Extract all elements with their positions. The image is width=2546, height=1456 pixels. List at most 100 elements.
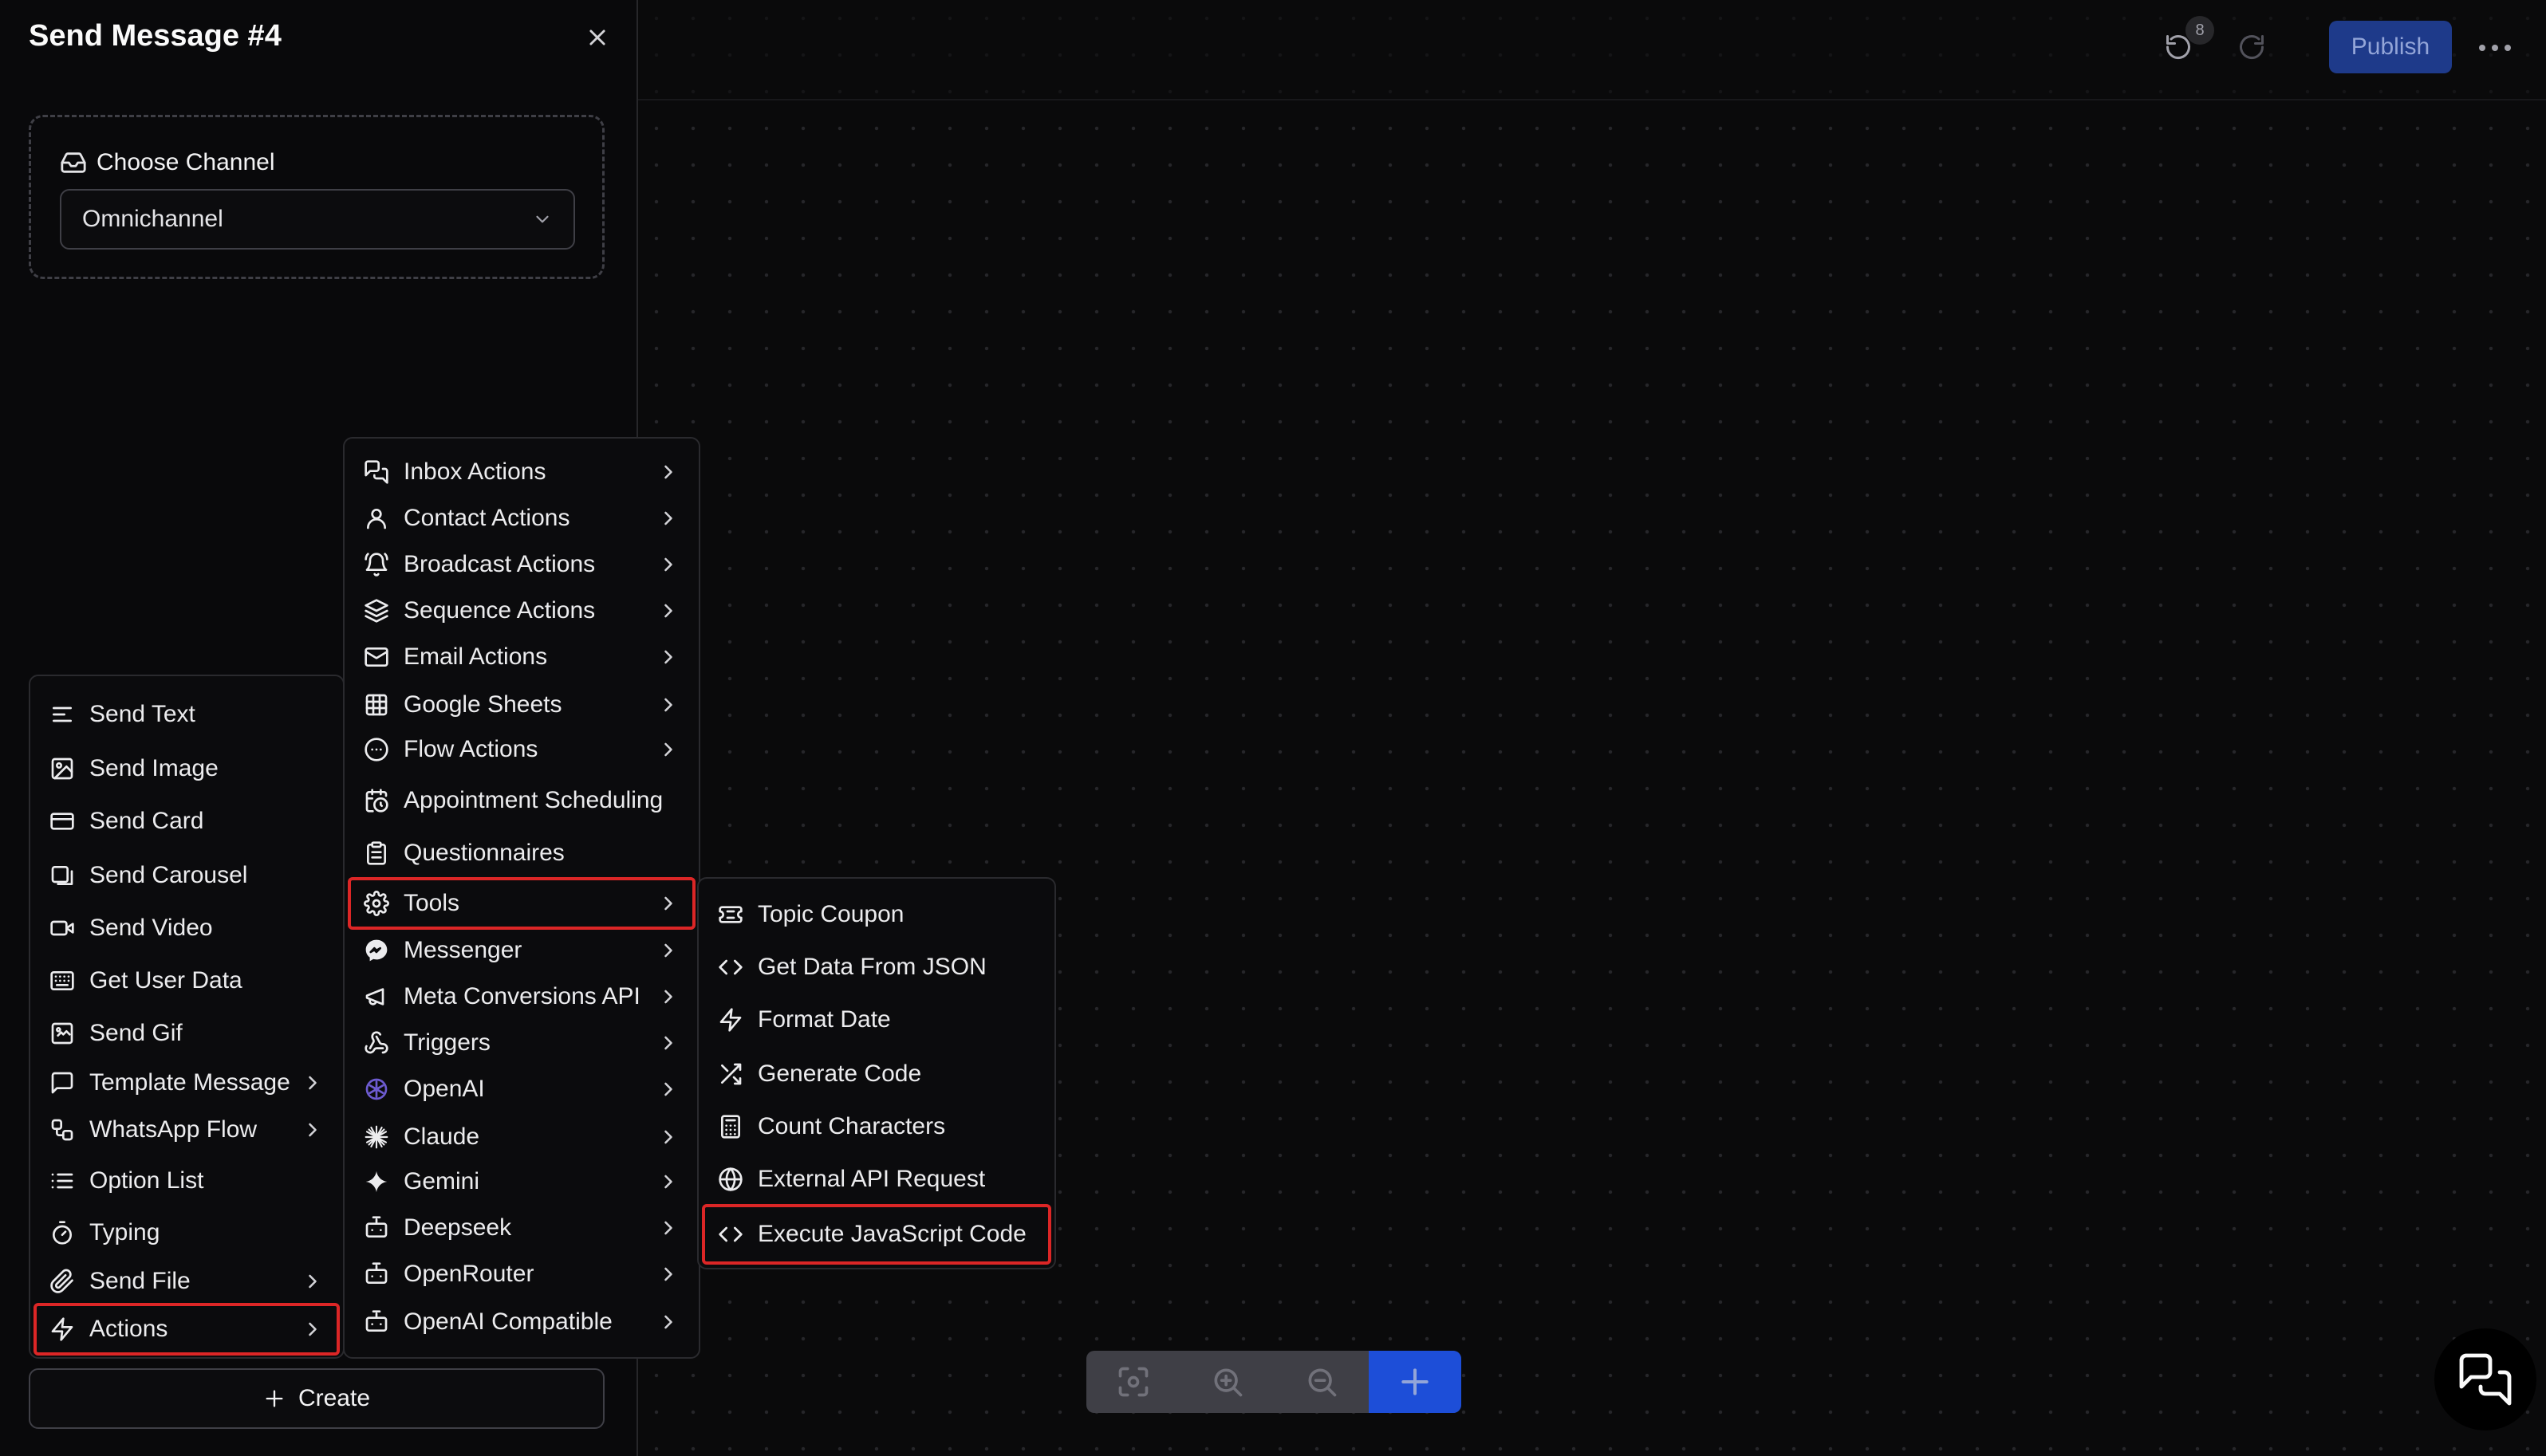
actions-menu-item-label: Appointment Scheduling xyxy=(404,787,664,813)
actions-menu-item-label: Flow Actions xyxy=(404,736,538,762)
node-menu-item-option-list[interactable]: Option List xyxy=(35,1158,338,1204)
channel-label: Choose Channel xyxy=(97,149,275,175)
chevron-down-icon xyxy=(532,209,553,230)
actions-menu-item-contact-actions[interactable]: Contact Actions xyxy=(349,496,694,541)
actions-menu-item-messenger[interactable]: Messenger xyxy=(349,928,694,973)
node-menu-item-label: Typing xyxy=(89,1219,160,1245)
node-menu-item-send-image[interactable]: Send Image xyxy=(35,745,338,793)
tools-menu-item-get-data-from-json[interactable]: Get Data From JSON xyxy=(704,942,1050,992)
tools-menu-item-label: Format Date xyxy=(758,1006,891,1033)
tools-menu-item-generate-code[interactable]: Generate Code xyxy=(704,1049,1050,1099)
tools-menu-item-execute-javascript-code[interactable]: Execute JavaScript Code xyxy=(702,1204,1051,1265)
actions-menu-item-openrouter[interactable]: OpenRouter xyxy=(349,1252,694,1297)
actions-menu-item-label: Inbox Actions xyxy=(404,458,546,485)
tools-menu-item-format-date[interactable]: Format Date xyxy=(704,995,1050,1045)
actions-menu-item-claude[interactable]: Claude xyxy=(349,1115,694,1159)
actions-menu-item-label: Broadcast Actions xyxy=(404,551,596,577)
tools-submenu: Topic Coupon Get Data From JSON Format Dat… xyxy=(697,877,1056,1269)
tools-menu-item-label: Execute JavaScript Code xyxy=(758,1221,1027,1247)
actions-menu-item-openai-compatible[interactable]: OpenAI Compatible xyxy=(349,1300,694,1344)
create-button[interactable]: Create xyxy=(29,1368,605,1429)
chat-support-button[interactable] xyxy=(2434,1328,2536,1430)
openai-icon xyxy=(364,1076,404,1102)
channel-select-value: Omnichannel xyxy=(82,206,223,232)
megaphone-icon xyxy=(364,984,404,1009)
node-menu-item-label: Get User Data xyxy=(89,967,242,994)
redo-icon[interactable] xyxy=(2233,29,2270,65)
actions-menu-item-label: Questionnaires xyxy=(404,840,565,866)
node-menu-item-label: Send Card xyxy=(89,808,204,834)
actions-menu-item-inbox-actions[interactable]: Inbox Actions xyxy=(349,450,694,494)
actions-menu-item-deepseek[interactable]: Deepseek xyxy=(349,1206,694,1250)
actions-menu-item-meta-conversions-api[interactable]: Meta Conversions API xyxy=(349,974,694,1019)
actions-menu-item-google-sheets[interactable]: Google Sheets xyxy=(349,683,694,727)
actions-menu-item-sequence-actions[interactable]: Sequence Actions xyxy=(349,588,694,633)
actions-menu-item-triggers[interactable]: Triggers xyxy=(349,1021,694,1065)
clipboard-icon xyxy=(364,840,404,866)
tools-menu-item-external-api-request[interactable]: External API Request xyxy=(704,1155,1050,1204)
actions-menu-item-label: Gemini xyxy=(404,1168,480,1194)
node-menu-item-typing[interactable]: Typing xyxy=(35,1209,338,1257)
more-options-icon[interactable] xyxy=(2476,29,2514,67)
create-label: Create xyxy=(298,1385,371,1411)
plus-icon xyxy=(263,1387,286,1410)
node-menu-item-send-gif[interactable]: Send Gif xyxy=(35,1009,338,1057)
dots-circle-icon xyxy=(364,737,404,762)
node-menu-item-label: Template Message xyxy=(89,1069,290,1096)
node-menu-item-label: Send Text xyxy=(89,701,195,727)
ticket-icon xyxy=(718,902,758,927)
tools-menu-item-label: Get Data From JSON xyxy=(758,954,987,980)
node-menu-item-whatsapp-flow[interactable]: WhatsApp Flow xyxy=(35,1107,338,1153)
text-align-icon xyxy=(49,702,89,727)
node-menu-item-label: Option List xyxy=(89,1167,204,1194)
node-menu-item-send-video[interactable]: Send Video xyxy=(35,904,338,952)
node-menu-item-send-card[interactable]: Send Card xyxy=(35,797,338,845)
actions-menu-item-label: OpenRouter xyxy=(404,1261,534,1287)
zoom-toolbar xyxy=(1086,1351,1461,1413)
globe-icon xyxy=(718,1167,758,1192)
zoom-in-icon[interactable] xyxy=(1180,1351,1275,1413)
node-menu-item-send-file[interactable]: Send File xyxy=(35,1258,338,1304)
actions-menu-item-tools[interactable]: Tools xyxy=(348,877,696,930)
actions-menu-item-appointment-scheduling[interactable]: Appointment Scheduling xyxy=(349,775,694,826)
tools-menu-item-count-characters[interactable]: Count Characters xyxy=(704,1102,1050,1151)
gif-icon xyxy=(49,1021,89,1046)
actions-menu-item-flow-actions[interactable]: Flow Actions xyxy=(349,727,694,772)
bot-icon xyxy=(364,1261,404,1287)
actions-menu-item-label: Tools xyxy=(404,890,460,916)
actions-menu-item-openai[interactable]: OpenAI xyxy=(349,1067,694,1112)
shuffle-icon xyxy=(718,1061,758,1087)
channel-select[interactable]: Omnichannel xyxy=(60,189,575,250)
gemini-icon xyxy=(364,1169,404,1194)
actions-menu-item-label: Contact Actions xyxy=(404,505,570,531)
user-icon xyxy=(364,506,404,531)
messenger-icon xyxy=(364,938,404,963)
node-menu-item-get-user-data[interactable]: Get User Data xyxy=(35,957,338,1005)
actions-menu-item-label: Deepseek xyxy=(404,1214,512,1241)
list-icon xyxy=(49,1168,89,1194)
node-menu-item-send-text[interactable]: Send Text xyxy=(35,691,338,738)
actions-menu-item-email-actions[interactable]: Email Actions xyxy=(349,635,694,679)
image-icon xyxy=(49,756,89,781)
undo-count-badge: 8 xyxy=(2185,16,2214,45)
tools-menu-item-label: Topic Coupon xyxy=(758,901,905,927)
node-menu-item-template-message[interactable]: Template Message xyxy=(35,1059,338,1107)
close-icon[interactable] xyxy=(577,18,617,57)
bell-icon xyxy=(364,552,404,577)
add-node-button[interactable] xyxy=(1369,1351,1461,1413)
node-menu-item-actions[interactable]: Actions xyxy=(34,1303,340,1356)
actions-menu-item-questionnaires[interactable]: Questionnaires xyxy=(349,831,694,876)
node-menu-item-send-carousel[interactable]: Send Carousel xyxy=(35,852,338,899)
publish-button[interactable]: Publish xyxy=(2329,21,2452,73)
gear-icon xyxy=(364,891,404,916)
zoom-out-icon[interactable] xyxy=(1275,1351,1369,1413)
actions-menu-item-broadcast-actions[interactable]: Broadcast Actions xyxy=(349,542,694,587)
tools-menu-item-topic-coupon[interactable]: Topic Coupon xyxy=(704,890,1050,939)
node-menu-item-label: Send File xyxy=(89,1268,191,1294)
fit-view-icon[interactable] xyxy=(1086,1351,1180,1413)
video-icon xyxy=(49,915,89,941)
card-icon xyxy=(49,809,89,834)
actions-menu-item-gemini[interactable]: Gemini xyxy=(349,1159,694,1204)
actions-menu-item-label: OpenAI xyxy=(404,1076,485,1102)
inbox-icon xyxy=(60,149,87,176)
